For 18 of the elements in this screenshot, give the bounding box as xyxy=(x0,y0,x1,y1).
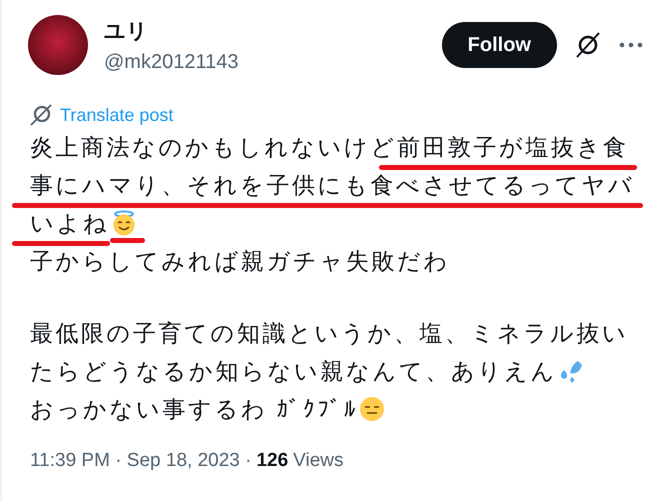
author-name[interactable]: ユリ xyxy=(104,16,442,44)
post-text: おっかない事するわ ｶﾞｸﾌﾞﾙ xyxy=(30,394,358,424)
translate-icon xyxy=(30,104,52,126)
post-timestamp[interactable]: 11:39 PM · Sep 18, 2023 · xyxy=(30,450,252,472)
halo-face-icon xyxy=(110,210,136,236)
follow-button[interactable]: Follow xyxy=(442,22,557,68)
post-text: 最低限の子育ての知識というか、塩、ミネラル抜い xyxy=(30,318,628,348)
more-icon[interactable] xyxy=(619,42,643,48)
author-handle[interactable]: @mk20121143 xyxy=(104,50,442,74)
views-count: 126 xyxy=(256,450,288,472)
post-text: 事にハマり、それを子供にも食べさせてるってヤバ xyxy=(30,170,634,200)
views-label: Views xyxy=(293,450,344,472)
post-text: 子からしてみれば親ガチャ失敗だわ xyxy=(30,246,450,276)
post-text: 前田敦子が塩抜き食 xyxy=(397,132,628,162)
slashed-circle-icon[interactable] xyxy=(575,31,601,59)
post-text: たらどうなるか知らない親なんて、ありえん xyxy=(30,356,557,386)
post-text: 炎上商法なのかもしれないけど xyxy=(30,132,397,162)
post-text: いよね xyxy=(30,208,110,238)
